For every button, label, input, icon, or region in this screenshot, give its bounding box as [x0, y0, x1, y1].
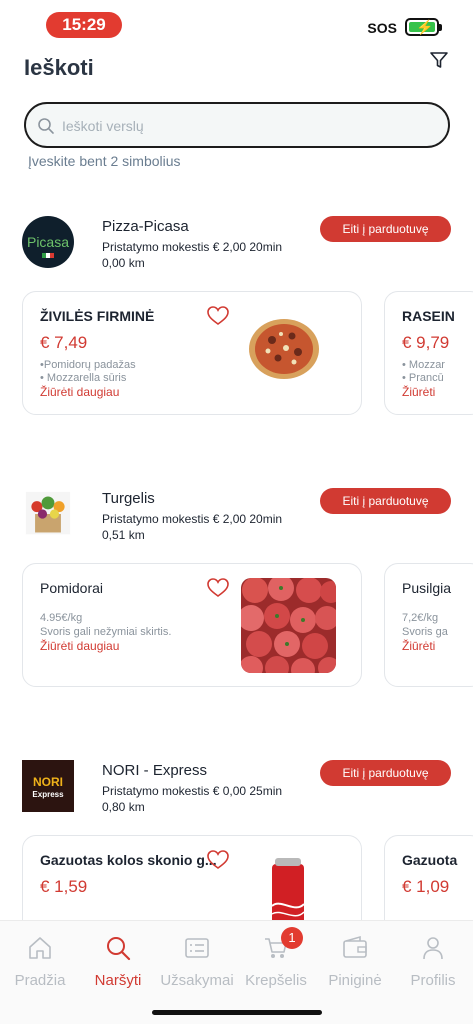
see-more-link[interactable]: Žiūrėti	[402, 639, 435, 653]
go-to-shop-button[interactable]: Eiti į parduotuvę	[320, 216, 451, 242]
product-name: Pusilgia	[402, 580, 452, 596]
tab-label: Naršyti	[94, 972, 142, 989]
shop-logo[interactable]	[22, 490, 74, 538]
wallet-icon	[343, 935, 367, 958]
product-price: € 1,09	[402, 877, 450, 896]
shop-distance: 0,80 km	[102, 800, 145, 814]
search-icon	[38, 118, 54, 134]
tab-label: Piniginė	[328, 972, 382, 989]
shop-name[interactable]: Pizza-Picasa	[102, 218, 189, 235]
tab-cart[interactable]: 1 Krepšelis	[236, 927, 316, 989]
sos-indicator: SOS	[367, 20, 397, 36]
product-price: € 7,49	[40, 333, 88, 352]
search-hint: Įveskite bent 2 simbolius	[28, 153, 181, 169]
search-input[interactable]	[62, 113, 422, 139]
see-more-link[interactable]: Žiūrėti	[402, 385, 435, 399]
product-description: • Prancū	[402, 372, 444, 384]
battery-icon: ⚡	[405, 18, 442, 36]
orders-icon	[185, 938, 209, 958]
tab-label: Profilis	[410, 972, 456, 989]
tomatoes-image	[241, 578, 336, 673]
logo-text: Picasa	[27, 234, 69, 250]
product-card[interactable]: Pusilgia 7,2€/kg Svoris ga Žiūrėti	[384, 563, 473, 687]
pizza-image	[249, 319, 319, 379]
heart-icon[interactable]	[207, 306, 229, 326]
home-icon	[29, 937, 51, 959]
product-description: Svoris ga	[402, 626, 448, 638]
logo-subtext: Express	[32, 790, 64, 799]
shop-distance: 0,51 km	[102, 528, 145, 542]
product-price: € 1,59	[40, 877, 88, 896]
shop-logo[interactable]: NORI Express	[22, 760, 74, 812]
product-name: ŽIVILĖS FIRMINĖ	[40, 308, 155, 324]
product-name: RASEIN	[402, 308, 455, 324]
tab-home[interactable]: Pradžia	[0, 935, 80, 989]
see-more-link[interactable]: Žiūrėti daugiau	[40, 639, 119, 653]
shop-name[interactable]: NORI - Express	[102, 762, 207, 779]
product-description: Svoris gali nežymiai skirtis.	[40, 626, 172, 638]
heart-icon[interactable]	[207, 850, 229, 870]
product-name: Pomidorai	[40, 580, 104, 596]
tab-label: Pradžia	[14, 972, 66, 989]
shop-distance: 0,00 km	[102, 256, 145, 270]
logo-text: NORI	[33, 775, 63, 789]
status-bar: 15:29 SOS ⚡	[0, 0, 473, 48]
bottom-tab-bar: Pradžia Naršyti Užsakymai 1 Krepšelis Pi…	[0, 920, 473, 1024]
shop-delivery-fee: Pristatymo mokestis € 0,00 25min	[102, 784, 283, 798]
tab-wallet[interactable]: Piniginė	[315, 935, 395, 989]
tab-profile[interactable]: Profilis	[393, 935, 473, 989]
tab-label: Užsakymai	[160, 972, 234, 989]
shop-logo[interactable]: Picasa	[22, 216, 74, 268]
cart-badge: 1	[281, 927, 303, 949]
product-description: • Mozzarella sūris	[40, 372, 127, 384]
shop-delivery-fee: Pristatymo mokestis € 2,00 20min	[102, 512, 283, 526]
see-more-link[interactable]: Žiūrėti daugiau	[40, 385, 119, 399]
product-name: Gazuotas kolos skonio g...	[40, 852, 217, 868]
product-unit-price: 7,2€/kg	[402, 612, 439, 624]
search-icon	[107, 937, 131, 961]
product-unit-price: 4.95€/kg	[40, 612, 83, 624]
search-box[interactable]	[24, 102, 450, 148]
product-card[interactable]: Pomidorai 4.95€/kg Svoris gali nežymiai …	[22, 563, 362, 687]
go-to-shop-button[interactable]: Eiti į parduotuvę	[320, 488, 451, 514]
shop-name[interactable]: Turgelis	[102, 490, 155, 507]
product-price: € 9,79	[402, 333, 450, 352]
heart-icon[interactable]	[207, 578, 229, 598]
home-indicator	[152, 1010, 322, 1015]
tab-browse[interactable]: Naršyti	[78, 935, 158, 989]
filter-icon[interactable]	[429, 50, 449, 70]
product-card[interactable]: RASEIN € 9,79 • Mozzar • Prancū Žiūrėti	[384, 291, 473, 415]
product-description: • Mozzar	[402, 359, 445, 371]
go-to-shop-button[interactable]: Eiti į parduotuvę	[320, 760, 451, 786]
product-card[interactable]: ŽIVILĖS FIRMINĖ € 7,49 •Pomidorų padažas…	[22, 291, 362, 415]
charging-icon: ⚡	[416, 19, 434, 35]
product-description: •Pomidorų padažas	[40, 359, 136, 371]
tab-label: Krepšelis	[245, 972, 307, 989]
status-time: 15:29	[46, 12, 122, 38]
tab-orders[interactable]: Užsakymai	[157, 935, 237, 989]
shop-delivery-fee: Pristatymo mokestis € 2,00 20min	[102, 240, 283, 254]
product-name: Gazuota	[402, 852, 458, 868]
page-title: Ieškoti	[24, 55, 94, 80]
profile-icon	[423, 937, 443, 960]
